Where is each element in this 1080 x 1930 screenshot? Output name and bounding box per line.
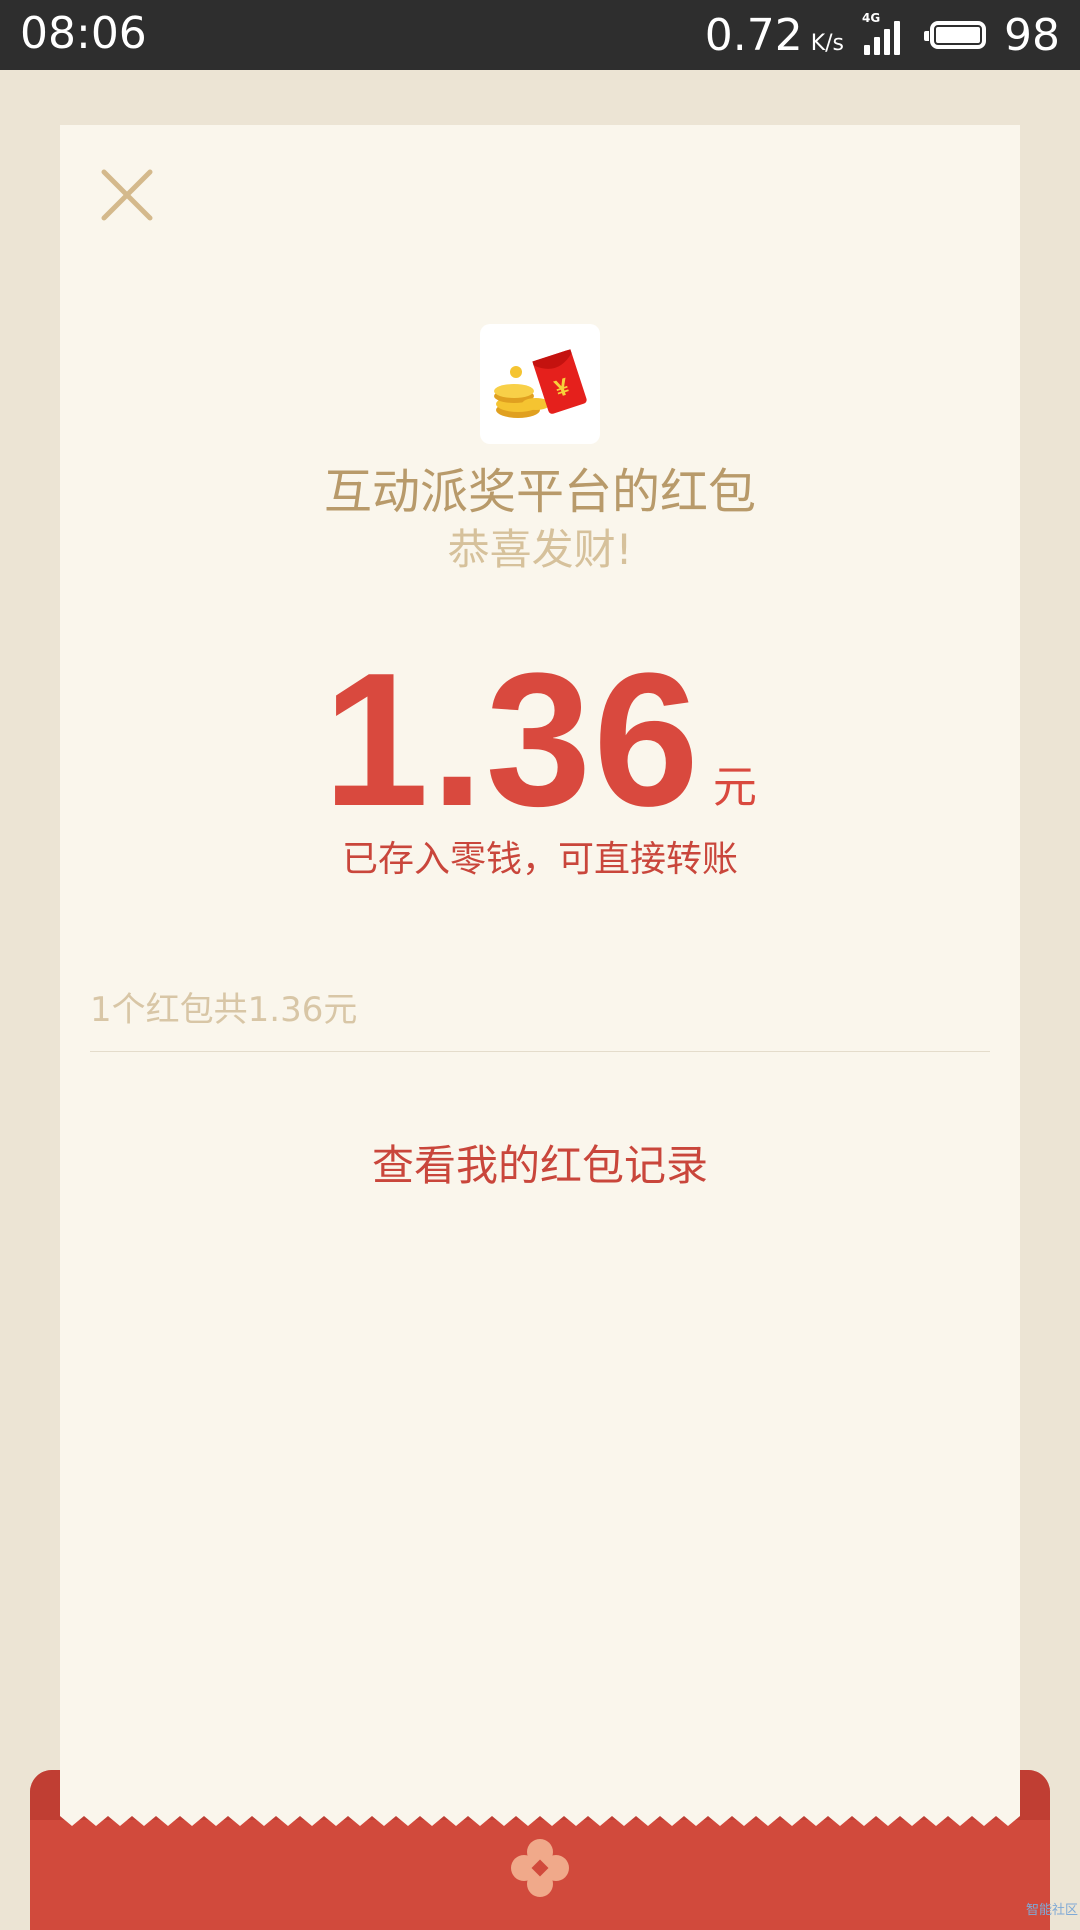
flower-icon bbox=[511, 1839, 569, 1897]
amount-value: 1.36 bbox=[323, 634, 701, 846]
battery-icon bbox=[924, 21, 986, 49]
battery-level: 98 bbox=[1004, 9, 1060, 61]
divider bbox=[90, 1051, 990, 1052]
status-time: 08:06 bbox=[20, 8, 147, 59]
card-zigzag-edge bbox=[60, 1812, 1020, 1826]
status-bar: 08:06 0.72 K/s 4G 98 bbox=[0, 0, 1080, 70]
network-speed-unit: K/s bbox=[810, 30, 844, 56]
amount-unit: 元 bbox=[712, 762, 757, 813]
signal-icon: 4G bbox=[862, 11, 912, 57]
close-icon[interactable] bbox=[100, 168, 154, 222]
sender-avatar: ¥ bbox=[480, 324, 600, 444]
network-speed-value: 0.72 bbox=[704, 9, 803, 61]
greeting-message: 恭喜发财! bbox=[447, 525, 633, 574]
red-packet-summary: 1个红包共1.36元 bbox=[90, 990, 358, 1030]
sender-name: 互动派奖平台的红包 bbox=[323, 464, 756, 520]
watermark: 智能社区 bbox=[1025, 1903, 1078, 1918]
red-packet-coins-icon: ¥ bbox=[494, 349, 587, 418]
network-speed: 0.72 K/s bbox=[705, 10, 844, 61]
stored-to-balance-note[interactable]: 已存入零钱，可直接转账 bbox=[60, 832, 1020, 888]
amount-row: 1.36 元 bbox=[60, 634, 1020, 846]
view-records-link[interactable]: 查看我的红包记录 bbox=[60, 1136, 1020, 1196]
status-indicators: 0.72 K/s 4G 98 bbox=[705, 8, 1060, 62]
